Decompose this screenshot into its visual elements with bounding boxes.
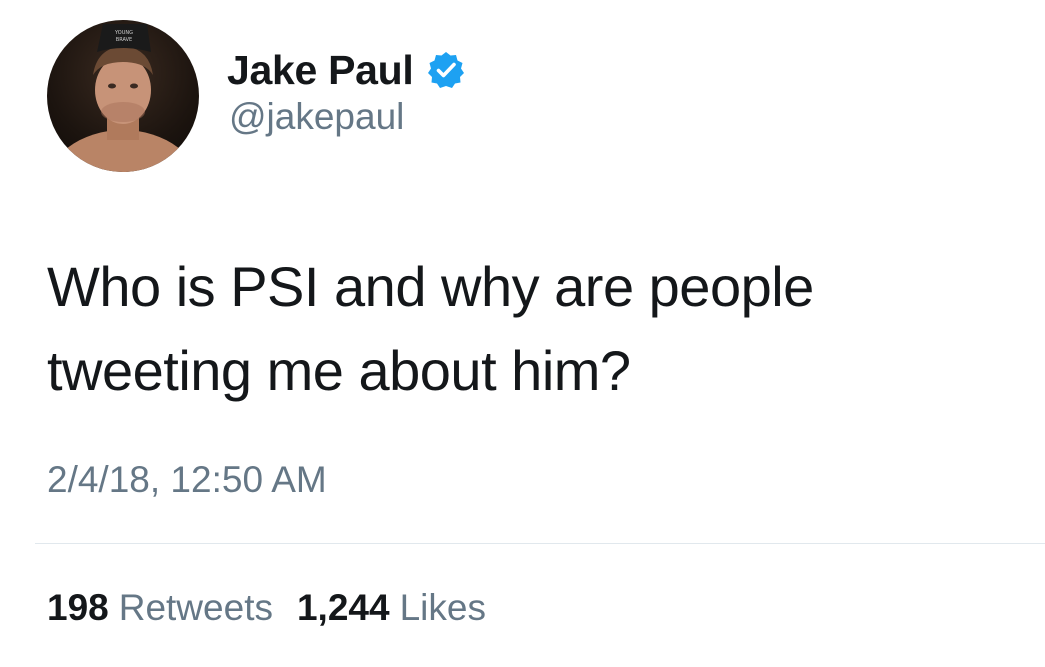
tweet-timestamp[interactable]: 2/4/18, 12:50 AM [47, 459, 327, 501]
tweet-stats: 198 Retweets 1,244 Likes [47, 587, 486, 629]
tweet-text: Who is PSI and why are people tweeting m… [47, 255, 814, 402]
likes-count: 1,244 [296, 587, 390, 628]
verified-badge-icon [426, 50, 466, 90]
name-row: Jake Paul [227, 42, 466, 98]
display-name[interactable]: Jake Paul [227, 47, 414, 94]
likes-label: Likes [399, 587, 486, 628]
svg-text:YOUNG: YOUNG [114, 30, 133, 36]
retweets-label: Retweets [118, 587, 273, 628]
retweets-stat[interactable]: 198 Retweets [47, 587, 273, 629]
svg-text:BRAVE: BRAVE [116, 37, 132, 43]
tweet-card: YOUNG BRAVE Jake Paul @jakepaul Who is P… [0, 0, 1045, 667]
divider [35, 543, 1045, 544]
user-avatar[interactable]: YOUNG BRAVE [47, 20, 199, 172]
avatar-photo-icon: YOUNG BRAVE [48, 24, 198, 172]
likes-stat[interactable]: 1,244 Likes [297, 587, 486, 629]
user-handle[interactable]: @jakepaul [229, 96, 404, 138]
retweets-count: 198 [47, 587, 109, 628]
